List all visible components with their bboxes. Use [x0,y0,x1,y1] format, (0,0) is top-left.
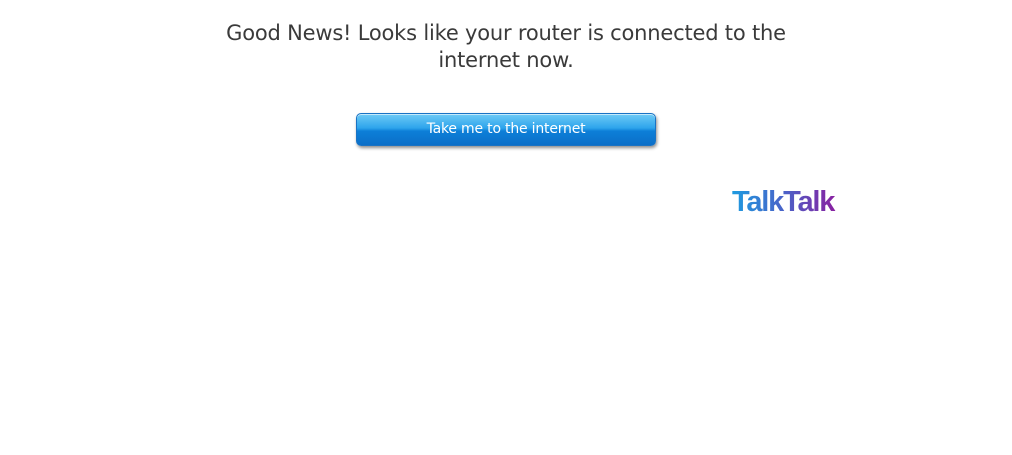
talktalk-logo: TalkTalk [732,186,837,218]
page: Good News! Looks like your router is con… [0,0,1012,455]
success-message: Good News! Looks like your router is con… [220,20,792,74]
talktalk-logo-text: TalkTalk [732,186,836,218]
success-message-line1: Good News! Looks like your router is con… [226,21,786,45]
success-message-line2: internet now. [438,48,574,72]
take-me-to-internet-button[interactable]: Take me to the internet [356,113,656,146]
